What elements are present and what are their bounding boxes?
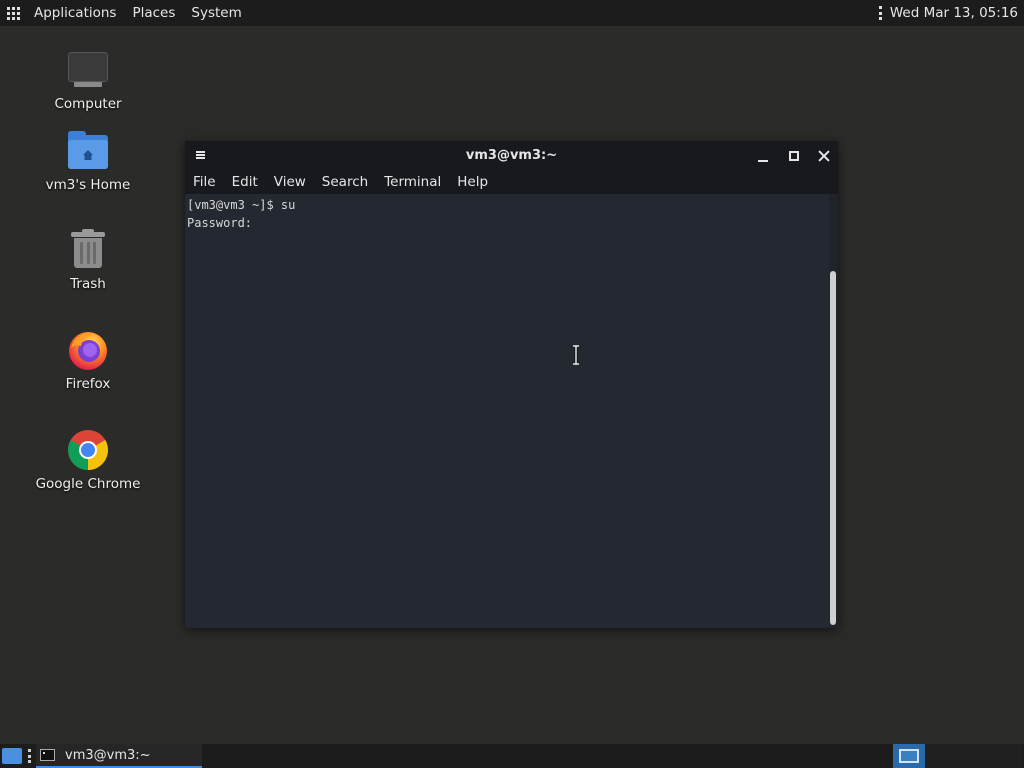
minimize-button[interactable]: [754, 147, 772, 165]
menu-places[interactable]: Places: [124, 0, 183, 26]
desktop-icon-label: Google Chrome: [35, 476, 141, 492]
desktop-icon-label: Firefox: [65, 376, 111, 392]
menu-search[interactable]: Search: [314, 174, 376, 190]
desktop-icon-firefox[interactable]: Firefox: [28, 328, 148, 392]
taskbar-item-terminal[interactable]: vm3@vm3:~: [36, 744, 202, 768]
desktop-icon-chrome[interactable]: Google Chrome: [28, 428, 148, 492]
terminal-line: Password:: [187, 216, 253, 230]
taskbar-item-label: vm3@vm3:~: [65, 747, 151, 763]
menu-help[interactable]: Help: [449, 174, 496, 190]
terminal-output[interactable]: [vm3@vm3 ~]$ su Password:: [185, 194, 838, 628]
desktop-icon-label: Trash: [70, 276, 106, 292]
panel-handle-icon[interactable]: [878, 6, 884, 20]
desktop-icon-label: vm3's Home: [45, 177, 131, 193]
menu-edit[interactable]: Edit: [224, 174, 266, 190]
terminal-window[interactable]: vm3@vm3:~ File Edit View Search Terminal…: [185, 141, 838, 628]
trash-icon: [66, 228, 110, 272]
home-folder-icon: [66, 129, 110, 173]
menu-system[interactable]: System: [183, 0, 249, 26]
menu-file[interactable]: File: [185, 174, 224, 190]
maximize-button[interactable]: [785, 147, 803, 165]
menu-view[interactable]: View: [266, 174, 314, 190]
show-desktop-icon[interactable]: [2, 748, 22, 764]
terminal-line: [vm3@vm3 ~]$ su: [187, 198, 296, 212]
clock[interactable]: Wed Mar 13, 05:16: [890, 5, 1024, 21]
desktop-icon-home[interactable]: vm3's Home: [28, 129, 148, 193]
chrome-icon: [66, 428, 110, 472]
panel-handle-icon[interactable]: [28, 749, 32, 763]
firefox-icon: [66, 328, 110, 372]
scrollbar-thumb[interactable]: [830, 271, 836, 625]
desktop-icon-computer[interactable]: Computer: [28, 48, 148, 112]
terminal-titlebar[interactable]: vm3@vm3:~: [185, 141, 838, 170]
top-panel-right: Wed Mar 13, 05:16: [878, 0, 1024, 26]
window-title: vm3@vm3:~: [465, 148, 558, 163]
workspace-1[interactable]: [893, 744, 925, 768]
desktop-icon-trash[interactable]: Trash: [28, 228, 148, 292]
terminal-icon: [40, 749, 55, 761]
workspace-3[interactable]: [958, 744, 990, 768]
workspace-4[interactable]: [990, 744, 1022, 768]
top-panel: Applications Places System Wed Mar 13, 0…: [0, 0, 1024, 26]
desktop-icon-label: Computer: [54, 96, 122, 112]
apps-grid-icon[interactable]: [0, 0, 26, 26]
text-cursor-icon: [573, 345, 579, 365]
close-button[interactable]: [815, 147, 833, 165]
workspace-2[interactable]: [926, 744, 958, 768]
terminal-menubar: File Edit View Search Terminal Help: [185, 170, 838, 194]
bottom-panel: vm3@vm3:~: [0, 744, 1024, 768]
computer-icon: [66, 48, 110, 92]
menu-applications[interactable]: Applications: [26, 0, 124, 26]
menu-terminal[interactable]: Terminal: [376, 174, 449, 190]
